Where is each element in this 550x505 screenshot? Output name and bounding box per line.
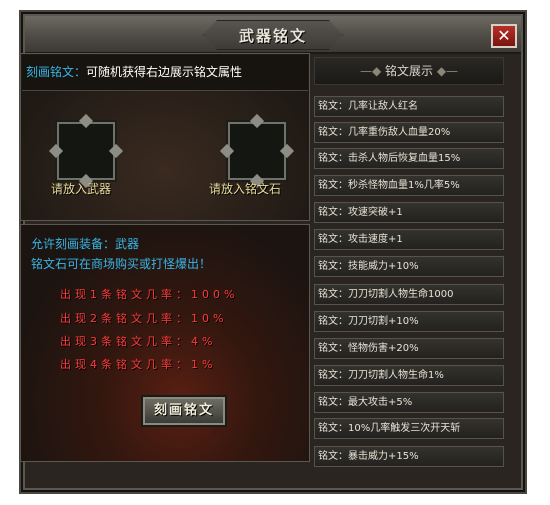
stone-slot[interactable]: [219, 122, 295, 180]
allowed-equipment-text: 允许刻画装备：武器: [31, 237, 140, 251]
inscription-prefix: 铭文：: [318, 153, 348, 164]
inscription-text: 击杀人物后恢复血量15%: [348, 153, 461, 164]
inscription-item[interactable]: 铭文：刀刀切割+10%: [314, 311, 504, 332]
inscription-text: 最大攻击+5%: [348, 397, 413, 408]
inscription-item[interactable]: 铭文：秒杀怪物血量1%几率5%: [314, 175, 504, 196]
inscription-prefix: 铭文：: [318, 127, 348, 138]
inscription-text: 刀刀切割人物生命1000: [348, 289, 454, 300]
inscription-prefix: 铭文：: [318, 316, 348, 327]
slot-ornament-icon: [279, 143, 295, 159]
inscription-text: 几率让敌人红名: [348, 101, 418, 112]
slot-ornament-icon: [48, 143, 64, 159]
info-text: 可随机获得右边展示铭文属性: [86, 65, 243, 79]
rate-line-3: 出现3条铭文几率：4%: [60, 335, 217, 348]
inscription-text: 暴击威力+15%: [348, 451, 419, 462]
inscription-item[interactable]: 铭文：几率重伤敌人血量20%: [314, 122, 504, 143]
inscription-text: 10%几率触发三次开天斩: [348, 423, 461, 434]
slot-ornament-icon: [108, 143, 124, 159]
rate-line-2: 出现2条铭文几率：10%: [60, 312, 228, 325]
inscription-text: 秒杀怪物血量1%几率5%: [348, 180, 460, 191]
info-line: 刻画铭文：可随机获得右边展示铭文属性: [22, 55, 308, 91]
inscription-item[interactable]: 铭文：最大攻击+5%: [314, 392, 504, 413]
stone-source-text: 铭文石可在商场购买或打怪爆出！: [31, 257, 212, 271]
window-title: 武器铭文: [238, 27, 307, 45]
info-label: 刻画铭文：: [26, 65, 87, 79]
inscription-item[interactable]: 铭文：技能威力+10%: [314, 256, 504, 277]
inscription-item[interactable]: 铭文：怪物伤害+20%: [314, 338, 504, 359]
slot-panel: 刻画铭文：可随机获得右边展示铭文属性 请放入武器 请放入铭文石: [20, 53, 310, 221]
inscription-item[interactable]: 铭文：击杀人物后恢复血量15%: [314, 148, 504, 169]
inscription-text: 几率重伤敌人血量20%: [348, 127, 451, 138]
engrave-button[interactable]: 刻画铭文: [143, 397, 225, 425]
stone-slot-label: 请放入铭文石: [209, 182, 282, 196]
inscription-prefix: 铭文：: [318, 289, 348, 300]
inscription-prefix: 铭文：: [318, 261, 348, 272]
header-left-ornament-icon: —◆: [359, 64, 385, 78]
inscription-text: 刀刀切割人物生命1%: [348, 370, 444, 381]
inscription-prefix: 铭文：: [318, 451, 348, 462]
rate-line-4: 出现4条铭文几率：1%: [60, 358, 217, 371]
slot-ornament-icon: [219, 143, 235, 159]
inscription-prefix: 铭文：: [318, 370, 348, 381]
inscription-prefix: 铭文：: [318, 397, 348, 408]
title-bar[interactable]: 武器铭文 ✕: [25, 16, 521, 54]
inscription-text: 攻速突破+1: [348, 207, 403, 218]
inscription-text: 攻击速度+1: [348, 234, 403, 245]
inscription-item[interactable]: 铭文：刀刀切割人物生命1%: [314, 365, 504, 386]
inscription-prefix: 铭文：: [318, 423, 348, 434]
inscription-text: 刀刀切割+10%: [348, 316, 419, 327]
inscription-item[interactable]: 铭文：刀刀切割人物生命1000: [314, 284, 504, 305]
weapon-slot[interactable]: [48, 122, 124, 180]
inscription-prefix: 铭文：: [318, 343, 348, 354]
inscription-prefix: 铭文：: [318, 234, 348, 245]
close-button[interactable]: ✕: [491, 24, 517, 48]
inscription-item[interactable]: 铭文：攻击速度+1: [314, 229, 504, 250]
display-header-title: 铭文展示: [384, 64, 433, 78]
rules-panel: 允许刻画装备：武器 铭文石可在商场购买或打怪爆出！ 出现1条铭文几率：100% …: [20, 224, 310, 462]
header-right-ornament-icon: ◆—: [433, 64, 459, 78]
rate-line-1: 出现1条铭文几率：100%: [60, 288, 239, 301]
inscription-prefix: 铭文：: [318, 180, 348, 191]
inscription-prefix: 铭文：: [318, 101, 348, 112]
display-header: —◆ 铭文展示 ◆—: [314, 57, 504, 85]
inscription-item[interactable]: 铭文：攻速突破+1: [314, 202, 504, 223]
inscription-prefix: 铭文：: [318, 207, 348, 218]
inscription-text: 技能威力+10%: [348, 261, 419, 272]
inscription-item[interactable]: 铭文：几率让敌人红名: [314, 96, 504, 117]
inscription-item[interactable]: 铭文：10%几率触发三次开天斩: [314, 418, 504, 439]
inscription-text: 怪物伤害+20%: [348, 343, 419, 354]
weapon-slot-label: 请放入武器: [51, 182, 112, 196]
inscription-item[interactable]: 铭文：暴击威力+15%: [314, 446, 504, 467]
